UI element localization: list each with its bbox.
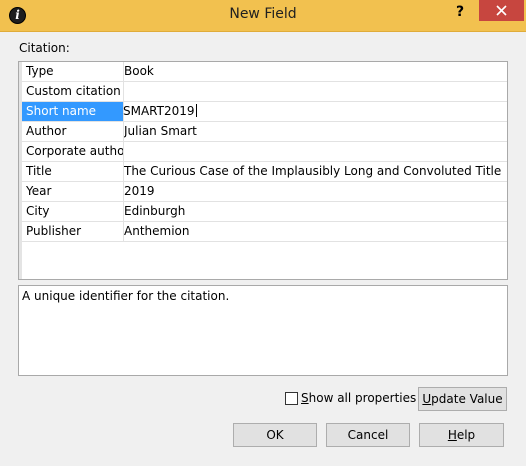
citation-label: Citation: [19,41,70,55]
property-grid[interactable]: Type Book Custom citation Short name SMA… [18,61,508,280]
property-value[interactable]: Book [124,62,504,81]
property-name[interactable]: Corporate author [22,142,124,161]
context-help-button[interactable]: ? [446,2,474,22]
short-name-input-text: SMART2019 [123,104,195,118]
help-button[interactable]: Help [419,423,504,447]
property-row-title[interactable]: Title The Curious Case of the Implausibl… [22,162,507,182]
property-row-corporate-author[interactable]: Corporate author [22,142,507,162]
property-row-city[interactable]: City Edinburgh [22,202,507,222]
property-row-custom-citation[interactable]: Custom citation [22,82,507,102]
property-value[interactable]: Anthemion [124,222,504,241]
short-name-input[interactable]: SMART2019 [123,102,503,121]
checkbox-box[interactable] [285,392,298,405]
close-icon [496,5,507,16]
property-value[interactable] [124,82,504,101]
property-name-selected[interactable]: Short name [22,102,124,121]
property-row-short-name[interactable]: Short name SMART2019 [22,102,507,122]
property-name[interactable]: Title [22,162,124,181]
label-text: how all properties [308,391,417,405]
property-row-year[interactable]: Year 2019 [22,182,507,202]
property-name[interactable]: Type [22,62,124,81]
property-name[interactable]: City [22,202,124,221]
property-row-author[interactable]: Author Julian Smart [22,122,507,142]
property-value[interactable] [124,142,504,161]
property-value[interactable]: The Curious Case of the Implausibly Long… [124,162,504,181]
property-name[interactable]: Year [22,182,124,201]
close-button[interactable] [479,0,524,21]
update-value-button[interactable]: Update Value [418,387,507,411]
mnemonic-letter: U [422,392,432,406]
button-text: elp [456,428,476,442]
property-row-publisher[interactable]: Publisher Anthemion [22,222,507,242]
property-name[interactable]: Publisher [22,222,124,241]
cancel-button[interactable]: Cancel [326,423,410,447]
mnemonic-letter: H [447,428,457,442]
title-bar[interactable]: i New Field ? [0,0,526,32]
show-all-properties-label[interactable]: Show all properties [301,391,416,406]
property-row-type[interactable]: Type Book [22,62,507,82]
mnemonic-letter: S [301,391,309,405]
text-caret [195,104,197,117]
property-value[interactable]: Edinburgh [124,202,504,221]
new-field-dialog: i New Field ? Citation: Type Book Custom… [0,0,526,466]
property-description: A unique identifier for the citation. [18,285,508,376]
property-value[interactable]: 2019 [124,182,504,201]
property-name[interactable]: Custom citation [22,82,124,101]
ok-button[interactable]: OK [233,423,317,447]
property-name[interactable]: Author [22,122,124,141]
property-value[interactable]: Julian Smart [124,122,504,141]
button-text: pdate Value [431,392,503,406]
